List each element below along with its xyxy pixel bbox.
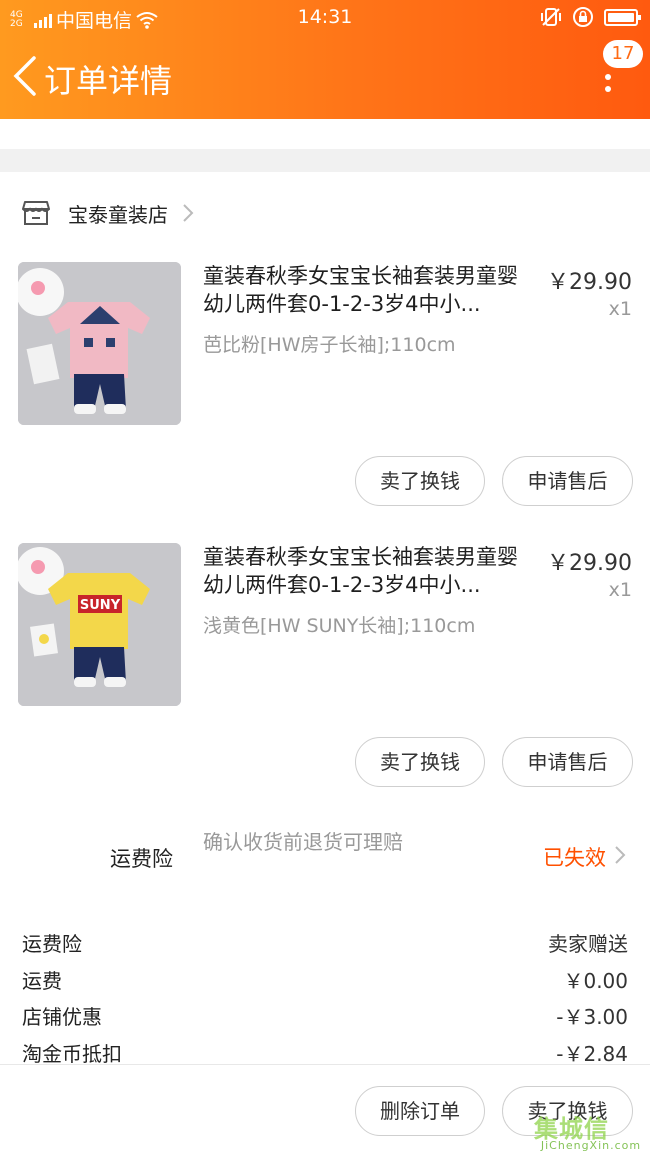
product-sku: 浅黄色[HW SUNY长袖];110cm [203, 615, 476, 637]
battery-icon [604, 8, 641, 26]
sell-button[interactable]: 卖了换钱 [355, 456, 485, 506]
chevron-right-icon [615, 846, 626, 864]
product-image[interactable]: SUNY [18, 543, 181, 706]
message-count-badge: 17 [603, 40, 643, 68]
watermark-logo: 集城信 [534, 1115, 609, 1143]
store-icon [22, 201, 50, 225]
fee-value: 卖家赠送 [548, 932, 628, 956]
chevron-right-icon [183, 204, 194, 222]
fee-label: 淘金币抵扣 [22, 1042, 122, 1066]
rotation-lock-icon [573, 7, 593, 27]
vibrate-icon [541, 8, 561, 26]
product-quantity: x1 [608, 298, 632, 320]
sell-button[interactable]: 卖了换钱 [355, 737, 485, 787]
more-dots-icon [604, 74, 612, 98]
product-sku: 芭比粉[HW房子长袖];110cm [203, 334, 456, 356]
fee-row-insurance: 运费险 卖家赠送 [22, 928, 628, 958]
app-header: 4G 2G 中国电信 14:31 订单详情 17 [0, 0, 650, 119]
insurance-description: 确认收货前退货可理赔 [203, 830, 403, 854]
product-title[interactable]: 童装春秋季女宝宝长袖套装男童婴幼儿两件套0-1-2-3岁4中小... [203, 543, 535, 599]
shop-name: 宝泰童装店 [68, 202, 168, 227]
fee-row-shop-discount: 店铺优惠 -￥3.00 [22, 1001, 628, 1031]
watermark-url: JiChengXin.com [540, 1139, 642, 1152]
fee-value: ￥0.00 [563, 969, 628, 993]
after-sale-button[interactable]: 申请售后 [502, 737, 633, 787]
fee-value: -￥2.84 [556, 1042, 628, 1066]
back-button[interactable] [10, 54, 40, 98]
insurance-status: 已失效 [543, 846, 606, 870]
shirt-print: SUNY [80, 598, 121, 613]
product-quantity: x1 [608, 579, 632, 601]
fee-label: 运费险 [22, 932, 82, 956]
after-sale-button[interactable]: 申请售后 [502, 456, 633, 506]
freight-insurance-row[interactable]: 运费险 确认收货前退货可理赔 已失效 [0, 825, 650, 885]
product-price: ￥29.90 [547, 551, 632, 576]
delete-order-button[interactable]: 删除订单 [355, 1086, 485, 1136]
product-image[interactable] [18, 262, 181, 425]
fee-label: 运费 [22, 969, 62, 993]
fee-value: -￥3.00 [556, 1005, 628, 1029]
watermark: 集城信 JiChengXin.com [532, 1107, 650, 1155]
status-bar: 4G 2G 中国电信 14:31 [0, 0, 650, 36]
product-title[interactable]: 童装春秋季女宝宝长袖套装男童婴幼儿两件套0-1-2-3岁4中小... [203, 262, 535, 318]
product-photo [18, 262, 181, 425]
order-item[interactable]: SUNY 童装春秋季女宝宝长袖套装男童婴幼儿两件套0-1-2-3岁4中小... … [0, 543, 650, 803]
section-divider [0, 149, 650, 172]
fee-label: 店铺优惠 [22, 1005, 102, 1029]
fee-row-shipping: 运费 ￥0.00 [22, 965, 628, 995]
nav-bar: 订单详情 17 [0, 40, 650, 112]
insurance-label: 运费险 [110, 847, 173, 871]
order-item[interactable]: 童装春秋季女宝宝长袖套装男童婴幼儿两件套0-1-2-3岁4中小... ￥29.9… [0, 262, 650, 522]
product-price: ￥29.90 [547, 270, 632, 295]
shop-link[interactable]: 宝泰童装店 [22, 195, 194, 231]
chevron-left-icon [13, 56, 36, 96]
product-photo: SUNY [18, 543, 181, 706]
page-title: 订单详情 [44, 62, 173, 100]
